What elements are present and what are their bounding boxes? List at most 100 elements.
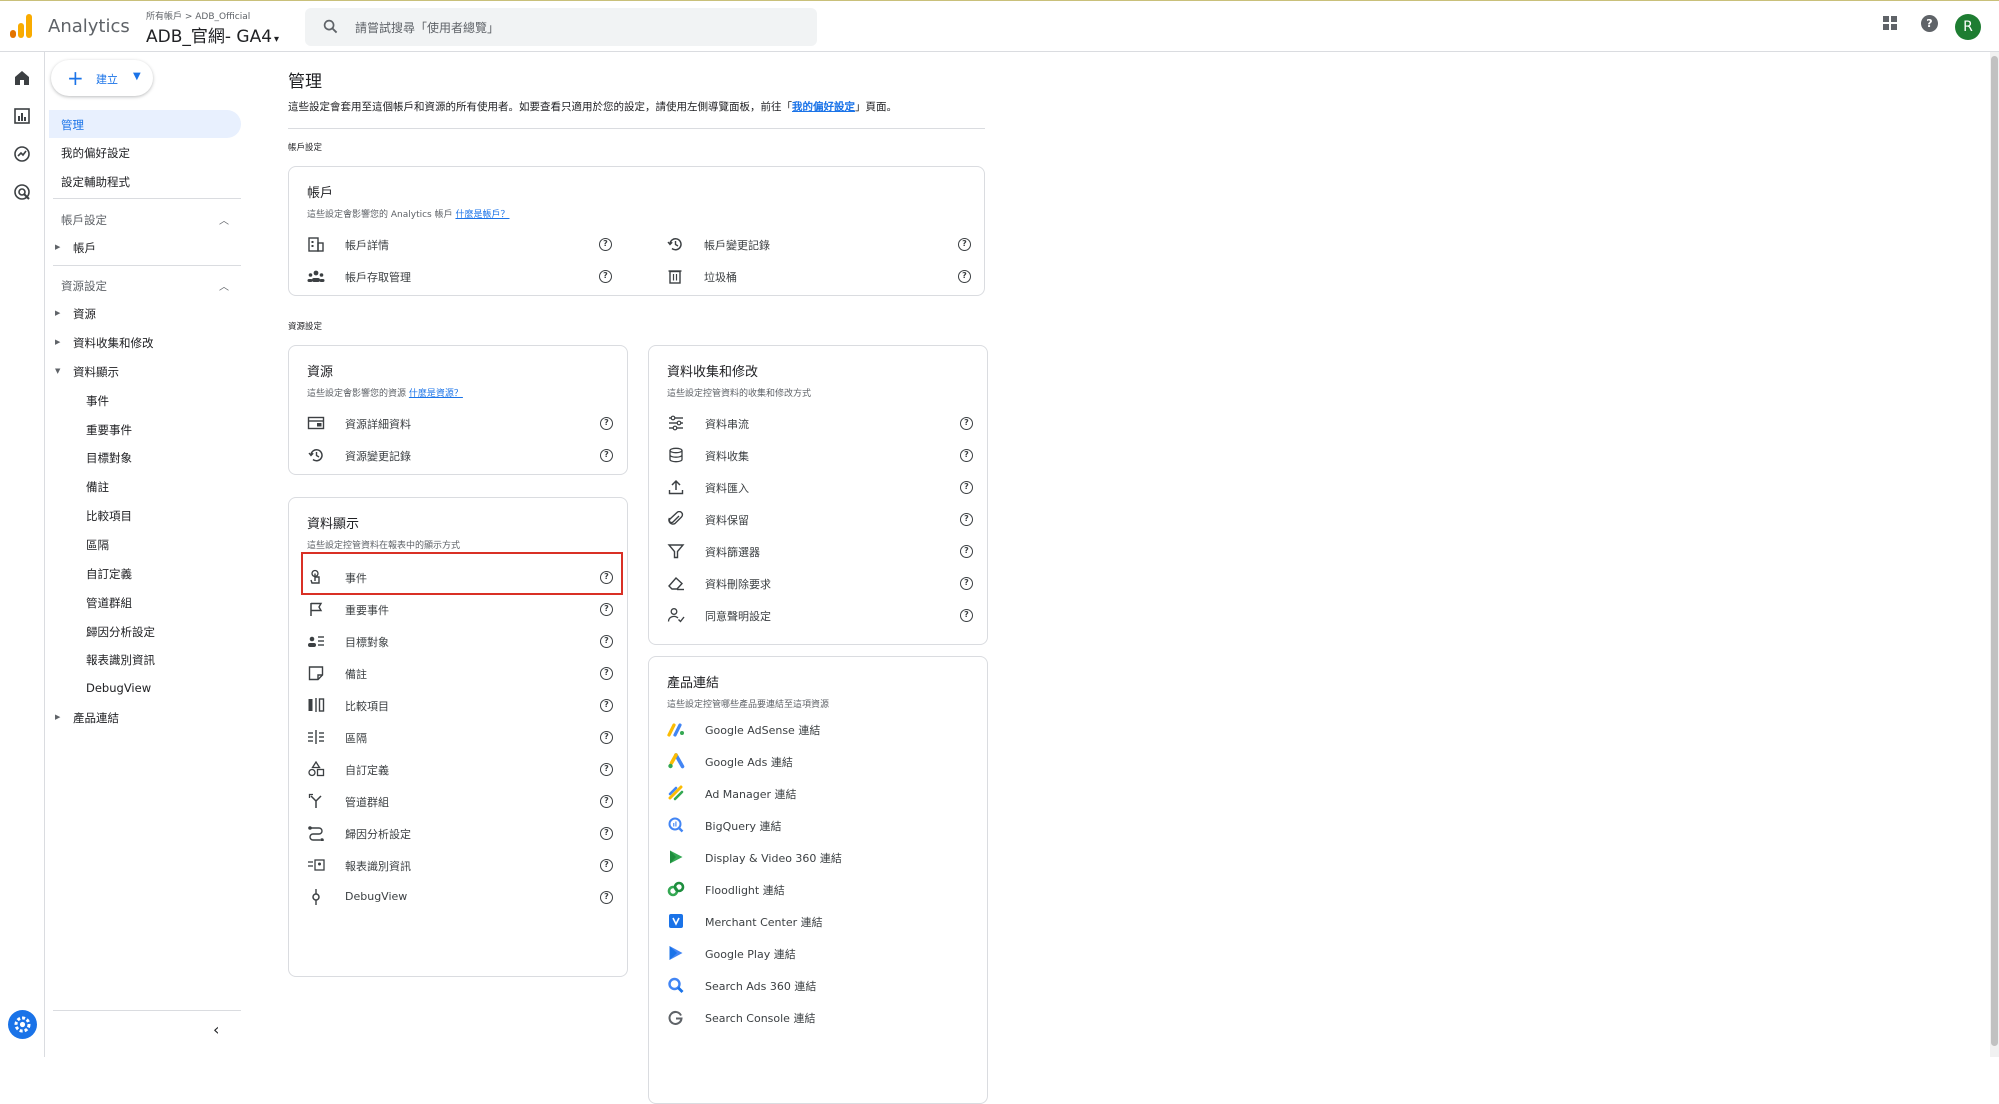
row-reporting-identity[interactable]: 報表識別資訊 ? (307, 853, 617, 877)
apps-grid-icon[interactable] (1882, 15, 1898, 31)
nav-admin[interactable]: 管理 (61, 117, 84, 133)
explore-icon[interactable] (12, 144, 32, 164)
row-adsense-links[interactable]: Google AdSense 連結 (667, 717, 977, 741)
account-breadcrumb[interactable]: 所有帳戶 > ADB_Official (146, 9, 250, 22)
help-circle-icon[interactable]: ? (960, 481, 973, 494)
row-dv360-links[interactable]: Display & Video 360 連結 (667, 845, 977, 869)
row-floodlight-links[interactable]: Floodlight 連結 (667, 877, 977, 901)
row-data-retention[interactable]: 資料保留 ? (667, 507, 977, 531)
chevron-up-icon[interactable]: ︿ (219, 212, 229, 227)
row-consent-settings[interactable]: 同意聲明設定 ? (667, 603, 977, 627)
row-segments[interactable]: 區隔 ? (307, 725, 617, 749)
nav-property[interactable]: 資源 (73, 306, 96, 322)
help-circle-icon[interactable]: ? (600, 795, 613, 808)
what-is-property-link[interactable]: 什麼是資源？ (409, 389, 463, 399)
row-data-import[interactable]: 資料匯入 ? (667, 475, 977, 499)
nav-sub-debugview[interactable]: DebugView (86, 681, 151, 695)
nav-sub-channel-groups[interactable]: 管道群組 (86, 595, 132, 611)
help-circle-icon[interactable]: ? (600, 731, 613, 744)
row-comparisons[interactable]: 比較項目 ? (307, 693, 617, 717)
search-bar[interactable]: 請嘗試搜尋「使用者總覽」 (305, 8, 817, 46)
row-bigquery-links[interactable]: BigQuery 連結 (667, 813, 977, 837)
row-key-events[interactable]: 重要事件 ? (307, 597, 617, 621)
avatar[interactable]: R (1955, 14, 1981, 40)
page-scrollbar[interactable] (1990, 52, 1999, 1057)
row-account-change-history[interactable]: 帳戶變更記錄 ? (666, 232, 976, 256)
row-channel-groups[interactable]: 管道群組 ? (307, 789, 617, 813)
chevron-up-icon[interactable]: ︿ (219, 278, 229, 293)
nav-section-account[interactable]: 帳戶設定 (61, 212, 107, 228)
help-circle-icon[interactable]: ? (599, 270, 612, 283)
help-circle-icon[interactable]: ? (960, 449, 973, 462)
row-data-filters[interactable]: 資料篩選器 ? (667, 539, 977, 563)
nav-setup-assistant[interactable]: 設定輔助程式 (61, 174, 130, 190)
admin-settings-icon[interactable] (8, 1010, 37, 1039)
help-circle-icon[interactable]: ? (600, 699, 613, 712)
help-circle-icon[interactable]: ? (600, 417, 613, 430)
nav-data-collection[interactable]: 資料收集和修改 (73, 335, 154, 351)
analytics-logo-icon[interactable] (10, 14, 34, 38)
nav-product-links[interactable]: 產品連結 (73, 710, 119, 726)
row-merchant-center-links[interactable]: Merchant Center 連結 (667, 909, 977, 933)
row-property-change-history[interactable]: 資源變更記錄 ? (307, 443, 617, 467)
help-circle-icon[interactable]: ? (600, 891, 613, 904)
help-circle-icon[interactable]: ? (600, 827, 613, 840)
collapse-arrow-icon[interactable]: ▼ (55, 367, 60, 375)
nav-sub-attribution[interactable]: 歸因分析設定 (86, 624, 155, 640)
help-icon[interactable]: ? (1921, 15, 1938, 32)
row-search-ads-360-links[interactable]: Search Ads 360 連結 (667, 973, 977, 997)
row-search-console-links[interactable]: Search Console 連結 (667, 1005, 977, 1029)
row-trash[interactable]: 垃圾桶 ? (666, 264, 976, 288)
row-attribution-settings[interactable]: 歸因分析設定 ? (307, 821, 617, 845)
expand-arrow-icon[interactable]: ▶ (55, 713, 60, 721)
help-circle-icon[interactable]: ? (960, 513, 973, 526)
help-circle-icon[interactable]: ? (600, 763, 613, 776)
nav-section-property[interactable]: 資源設定 (61, 278, 107, 294)
row-google-play-links[interactable]: Google Play 連結 (667, 941, 977, 965)
home-icon[interactable] (12, 68, 32, 88)
help-circle-icon[interactable]: ? (960, 545, 973, 558)
row-account-access[interactable]: 帳戶存取管理 ? (307, 264, 617, 288)
nav-sub-events[interactable]: 事件 (86, 393, 109, 409)
what-is-account-link[interactable]: 什麼是帳戶？ (455, 210, 509, 220)
help-circle-icon[interactable]: ? (600, 667, 613, 680)
help-circle-icon[interactable]: ? (600, 859, 613, 872)
row-data-collection[interactable]: 資料收集 ? (667, 443, 977, 467)
help-circle-icon[interactable]: ? (600, 449, 613, 462)
my-preferences-link[interactable]: 我的偏好設定 (792, 101, 855, 113)
help-circle-icon[interactable]: ? (960, 577, 973, 590)
nav-account[interactable]: 帳戶 (73, 240, 96, 256)
create-button[interactable]: + 建立 ▼ (51, 60, 153, 96)
expand-arrow-icon[interactable]: ▶ (55, 309, 60, 317)
nav-sub-comparisons[interactable]: 比較項目 (86, 508, 132, 524)
row-data-streams[interactable]: 資料串流 ? (667, 411, 977, 435)
expand-arrow-icon[interactable]: ▶ (55, 338, 60, 346)
nav-sub-segments[interactable]: 區隔 (86, 537, 109, 553)
reports-icon[interactable] (12, 106, 32, 126)
row-annotations[interactable]: 備註 ? (307, 661, 617, 685)
collapse-nav-icon[interactable]: ‹ (213, 1020, 219, 1039)
row-custom-definitions[interactable]: 自訂定義 ? (307, 757, 617, 781)
row-debugview[interactable]: DebugView ? (307, 885, 617, 909)
nav-my-preferences[interactable]: 我的偏好設定 (61, 145, 130, 161)
nav-sub-reporting-identity[interactable]: 報表識別資訊 (86, 652, 155, 668)
help-circle-icon[interactable]: ? (960, 609, 973, 622)
nav-sub-annotations[interactable]: 備註 (86, 479, 109, 495)
help-circle-icon[interactable]: ? (600, 603, 613, 616)
nav-sub-key-events[interactable]: 重要事件 (86, 422, 132, 438)
row-audiences[interactable]: 目標對象 ? (307, 629, 617, 653)
help-circle-icon[interactable]: ? (960, 417, 973, 430)
row-ad-manager-links[interactable]: Ad Manager 連結 (667, 781, 977, 805)
nav-sub-custom-definitions[interactable]: 自訂定義 (86, 566, 132, 582)
row-data-deletion[interactable]: 資料刪除要求 ? (667, 571, 977, 595)
scrollbar-thumb[interactable] (1991, 56, 1998, 1046)
nav-sub-audiences[interactable]: 目標對象 (86, 450, 132, 466)
row-account-details[interactable]: 帳戶詳情 ? (307, 232, 617, 256)
property-selector[interactable]: ADB_官網- GA4 ▾ (146, 22, 279, 47)
help-circle-icon[interactable]: ? (599, 238, 612, 251)
nav-data-display[interactable]: 資料顯示 (73, 364, 119, 380)
row-property-details[interactable]: 資源詳細資料 ? (307, 411, 617, 435)
help-circle-icon[interactable]: ? (958, 238, 971, 251)
help-circle-icon[interactable]: ? (958, 270, 971, 283)
row-google-ads-links[interactable]: Google Ads 連結 (667, 749, 977, 773)
